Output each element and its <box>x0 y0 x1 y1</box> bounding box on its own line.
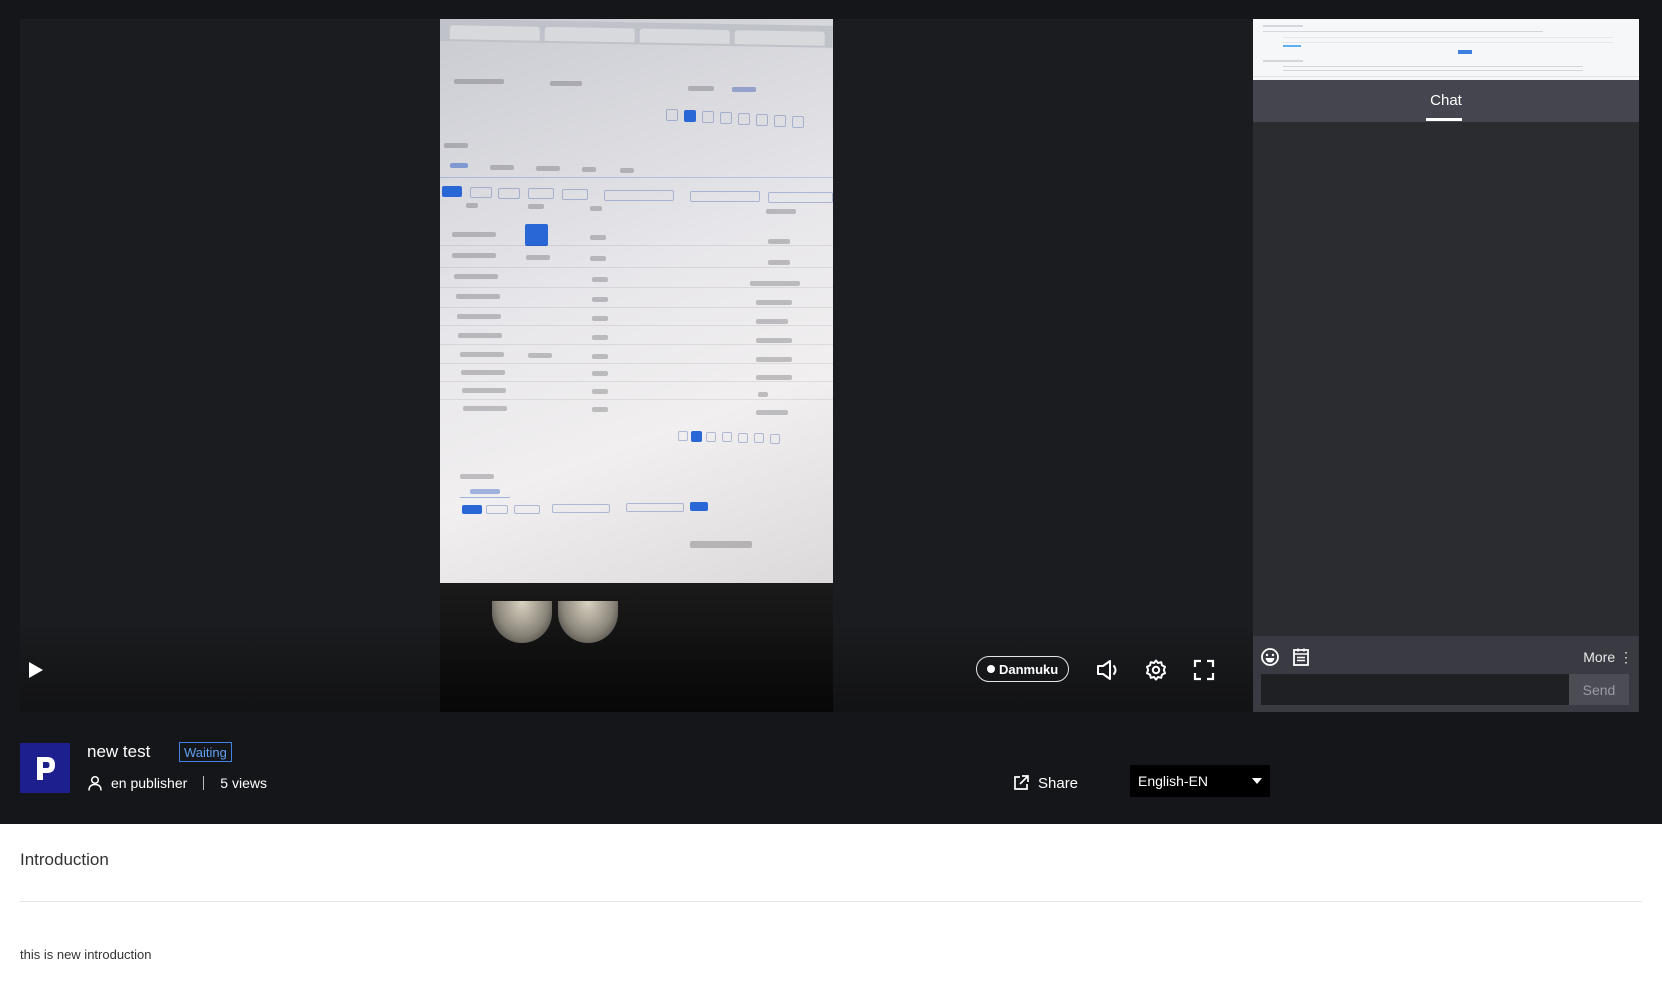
fullscreen-icon <box>1193 659 1215 681</box>
volume-button[interactable] <box>1094 656 1122 684</box>
active-tab-indicator <box>1426 118 1462 121</box>
chat-input[interactable] <box>1261 674 1569 705</box>
play-icon <box>29 662 43 678</box>
video-frame <box>440 19 833 712</box>
divider <box>20 901 1642 902</box>
introduction-text: this is new introduction <box>20 947 152 962</box>
notes-icon <box>1293 648 1309 666</box>
view-count: 5 views <box>220 775 267 791</box>
settings-button[interactable] <box>1142 656 1170 684</box>
volume-icon <box>1097 660 1117 680</box>
share-button[interactable]: Share <box>1012 774 1078 792</box>
user-icon <box>88 775 102 791</box>
send-button[interactable]: Send <box>1569 674 1629 705</box>
slide-thumbnail[interactable] <box>1253 19 1639 80</box>
more-button[interactable]: More ⋮ <box>1583 649 1633 666</box>
gear-icon <box>1146 659 1166 681</box>
language-value: English-EN <box>1138 773 1209 789</box>
emoji-icon <box>1261 648 1279 666</box>
status-badge: Waiting <box>179 742 232 762</box>
publisher-name: en publisher <box>111 775 188 791</box>
danmuku-toggle[interactable]: Danmuku <box>976 656 1070 682</box>
publisher-logo <box>20 743 70 793</box>
player-section: Danmuku Chat More ⋮ Send new test Waitin… <box>0 0 1662 824</box>
language-select[interactable]: English-EN <box>1130 765 1270 797</box>
stream-meta: en publisher 5 views <box>87 775 267 791</box>
chat-tabbar: Chat <box>1253 80 1639 122</box>
caret-down-icon <box>1252 778 1262 784</box>
video-screen-content <box>440 19 833 583</box>
introduction-heading: Introduction <box>20 850 109 869</box>
chat-messages[interactable] <box>1253 122 1639 636</box>
notes-button[interactable] <box>1290 646 1312 668</box>
video-player[interactable] <box>20 19 1253 712</box>
p-logo-icon <box>37 757 55 780</box>
chat-panel: Chat More ⋮ Send <box>1253 19 1639 712</box>
tab-chat[interactable]: Chat <box>1253 92 1639 109</box>
fullscreen-button[interactable] <box>1190 656 1218 684</box>
play-button[interactable] <box>20 655 50 685</box>
chat-composer: More ⋮ Send <box>1253 636 1639 712</box>
more-label: More <box>1583 649 1616 665</box>
stream-title: new test <box>87 742 151 761</box>
danmuku-label: Danmuku <box>999 661 1059 677</box>
more-dots-icon: ⋮ <box>1619 649 1633 665</box>
meta-divider <box>203 776 205 790</box>
share-label: Share <box>1038 774 1079 792</box>
emoji-button[interactable] <box>1259 646 1281 668</box>
danmuku-dot-icon <box>987 665 995 673</box>
share-icon <box>1014 775 1029 790</box>
